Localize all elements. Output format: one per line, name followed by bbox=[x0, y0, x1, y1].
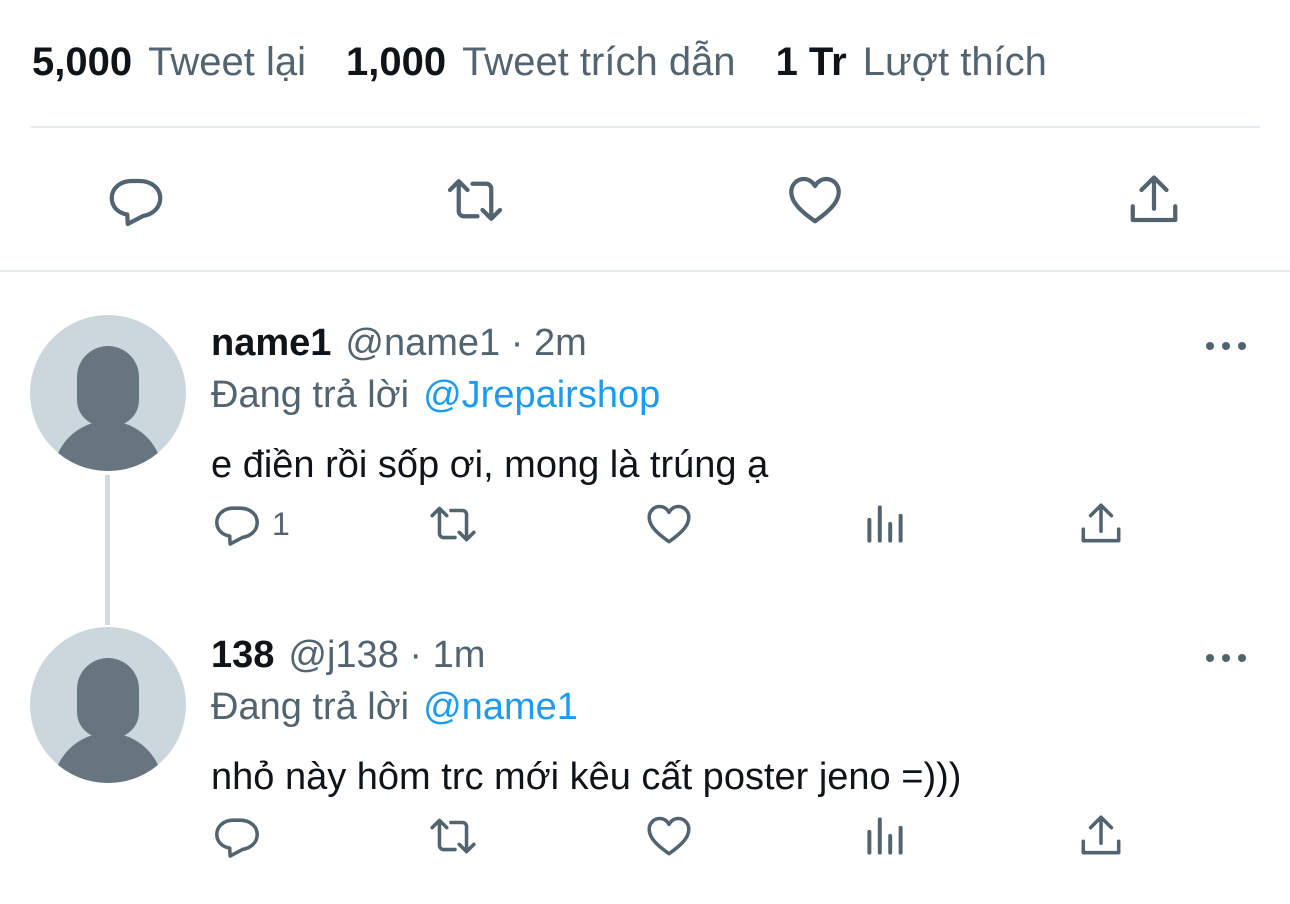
share-icon bbox=[1081, 815, 1121, 855]
reply-button[interactable] bbox=[106, 170, 166, 230]
reply-icon bbox=[215, 818, 259, 858]
reply-tweet[interactable]: 138 @j138 · 1m Đang trả lời @name1 nhỏ n… bbox=[0, 627, 1290, 890]
reply-header: 138 @j138 · 1m bbox=[211, 630, 485, 680]
display-name[interactable]: name1 bbox=[211, 322, 331, 365]
reply-button[interactable] bbox=[212, 808, 272, 864]
analytics-icon bbox=[867, 817, 903, 855]
tweet-text: e điền rồi sốp ơi, mong là trúng ạ bbox=[211, 443, 769, 486]
likes-stat[interactable]: 1 Tr Lượt thích bbox=[776, 40, 1047, 85]
share-icon bbox=[1081, 503, 1121, 543]
replying-to-label: Đang trả lời bbox=[211, 373, 410, 416]
stats-divider bbox=[30, 126, 1260, 128]
retweet-icon bbox=[430, 506, 476, 542]
like-button[interactable] bbox=[644, 496, 694, 552]
reply-action-bar: 1 bbox=[0, 496, 1290, 552]
avatar[interactable] bbox=[30, 315, 186, 471]
quotes-count: 1,000 bbox=[345, 39, 447, 84]
likes-count: 1 Tr bbox=[775, 39, 847, 84]
likes-label: Lượt thích bbox=[862, 39, 1047, 84]
main-action-bar bbox=[0, 170, 1290, 230]
like-icon bbox=[789, 176, 841, 224]
replying-to: Đang trả lời @Jrepairshop bbox=[211, 370, 660, 420]
analytics-button[interactable] bbox=[860, 496, 910, 552]
share-button[interactable] bbox=[1076, 496, 1126, 552]
reply-header: name1 @name1 · 2m bbox=[211, 318, 587, 368]
retweet-icon bbox=[447, 179, 503, 221]
reply-tweet[interactable]: name1 @name1 · 2m Đang trả lời @Jrepairs… bbox=[0, 315, 1290, 578]
reply-button[interactable]: 1 bbox=[212, 496, 290, 552]
more-options-button[interactable] bbox=[1206, 340, 1246, 352]
avatar[interactable] bbox=[30, 627, 186, 783]
action-divider bbox=[0, 270, 1290, 272]
like-button[interactable] bbox=[785, 170, 845, 230]
more-icon bbox=[1206, 342, 1214, 350]
retweets-stat[interactable]: 5,000 Tweet lại bbox=[32, 40, 306, 85]
quotes-label: Tweet trích dẫn bbox=[462, 39, 736, 84]
reply-icon bbox=[215, 506, 259, 546]
quotes-stat[interactable]: 1,000 Tweet trích dẫn bbox=[346, 40, 736, 85]
tweet-text: nhỏ này hôm trc mới kêu cất poster jeno … bbox=[211, 755, 962, 798]
like-icon bbox=[647, 504, 691, 544]
more-icon bbox=[1206, 654, 1214, 662]
mention-link[interactable]: @name1 bbox=[423, 686, 578, 729]
replying-to-label: Đang trả lời bbox=[211, 685, 410, 728]
analytics-button[interactable] bbox=[860, 808, 910, 864]
like-icon bbox=[647, 816, 691, 856]
more-options-button[interactable] bbox=[1206, 652, 1246, 664]
retweet-button[interactable] bbox=[445, 170, 505, 230]
retweets-label: Tweet lại bbox=[148, 39, 306, 84]
handle-time: @j138 · 1m bbox=[288, 633, 486, 676]
retweet-button[interactable] bbox=[428, 808, 478, 864]
replying-to: Đang trả lời @name1 bbox=[211, 682, 578, 732]
share-button[interactable] bbox=[1124, 170, 1184, 230]
reply-icon bbox=[109, 178, 163, 227]
tweet-stats: 5,000 Tweet lại 1,000 Tweet trích dẫn 1 … bbox=[32, 36, 1087, 88]
retweet-icon bbox=[430, 818, 476, 854]
display-name[interactable]: 138 bbox=[211, 634, 274, 677]
reply-count: 1 bbox=[272, 505, 290, 542]
handle-time: @name1 · 2m bbox=[345, 321, 587, 364]
like-button[interactable] bbox=[644, 808, 694, 864]
analytics-icon bbox=[867, 505, 903, 543]
reply-action-bar bbox=[0, 808, 1290, 864]
share-button[interactable] bbox=[1076, 808, 1126, 864]
mention-link[interactable]: @Jrepairshop bbox=[423, 374, 660, 417]
retweet-button[interactable] bbox=[428, 496, 478, 552]
share-icon bbox=[1130, 175, 1178, 223]
retweets-count: 5,000 bbox=[32, 39, 133, 84]
